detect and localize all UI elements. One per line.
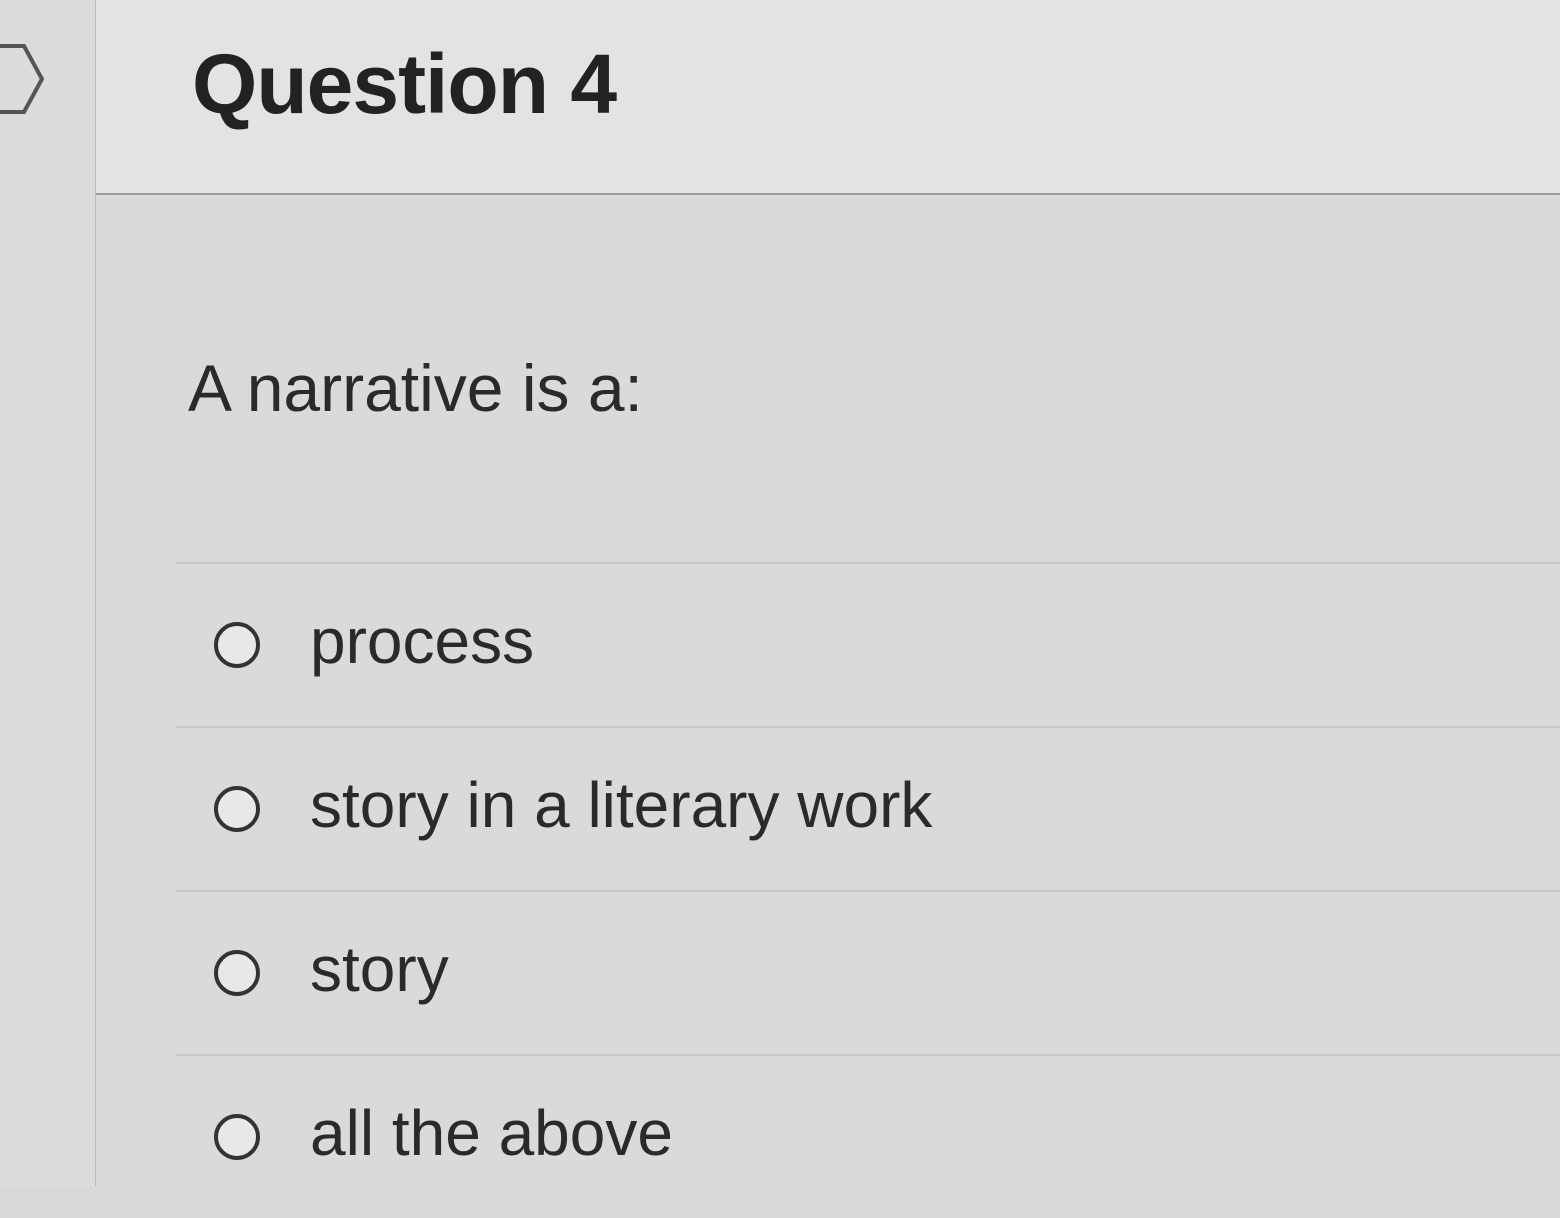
question-flag-icon[interactable] <box>0 42 46 116</box>
radio-button[interactable] <box>214 950 260 996</box>
answer-label[interactable]: all the above <box>310 1096 673 1170</box>
answer-label[interactable]: process <box>310 604 534 678</box>
question-header: Question 4 <box>96 0 1560 195</box>
radio-button[interactable] <box>214 786 260 832</box>
question-panel: Question 4 A narrative is a: process sto… <box>96 0 1560 1186</box>
answer-option-story[interactable]: story <box>176 890 1560 1054</box>
answer-option-all-the-above[interactable]: all the above <box>176 1054 1560 1218</box>
answer-option-story-in-a-literary-work[interactable]: story in a literary work <box>176 726 1560 890</box>
answer-label[interactable]: story <box>310 932 449 1006</box>
radio-button[interactable] <box>214 622 260 668</box>
question-text: A narrative is a: <box>188 351 643 425</box>
answer-option-process[interactable]: process <box>176 562 1560 726</box>
left-gutter <box>0 0 97 1186</box>
radio-button[interactable] <box>214 1114 260 1160</box>
question-body: A narrative is a: process story in a lit… <box>96 195 1560 1186</box>
question-title: Question 4 <box>192 37 617 131</box>
answer-list: process story in a literary work story a… <box>176 562 1560 1218</box>
answer-label[interactable]: story in a literary work <box>310 768 932 842</box>
